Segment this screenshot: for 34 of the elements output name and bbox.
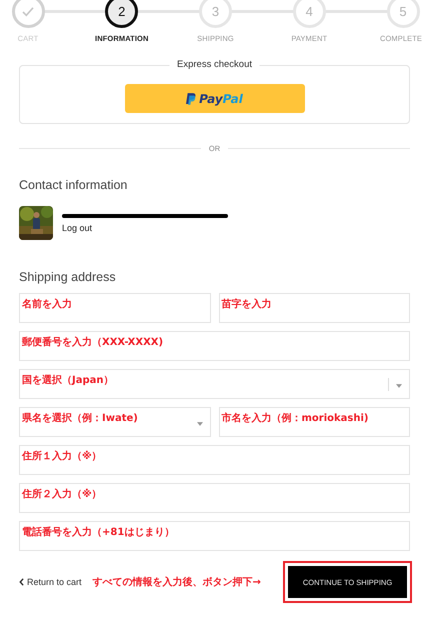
- section-heading: Shipping address: [19, 270, 117, 284]
- step-number: 5: [399, 4, 407, 19]
- annotation-text: 苗字を入力: [222, 297, 272, 311]
- return-to-cart-link[interactable]: Return to cart: [19, 577, 82, 587]
- input-field[interactable]: 住所１入力（※）: [19, 445, 410, 475]
- chevron-left-icon: [19, 578, 24, 586]
- input-field[interactable]: 郵便番号を入力（XXX-XXXX): [19, 331, 410, 361]
- annotation-text: 住所１入力（※）: [22, 450, 102, 463]
- annotation-text: 国を選択（Japan）: [22, 374, 114, 387]
- annotation-text: 市名を入力（例：moriokashi): [222, 411, 368, 425]
- input-field[interactable]: 住所２入力（※）: [19, 483, 410, 513]
- annotation-text: すべての情報を入力後、ボタン押下→: [92, 576, 262, 589]
- express-checkout-title: Express checkout: [169, 59, 260, 70]
- select-field[interactable]: 県名を選択（例：Iwate): [19, 407, 210, 437]
- section-heading: Contact information: [19, 178, 128, 192]
- checkmark-icon: [22, 6, 34, 16]
- input-field[interactable]: 苗字を入力: [218, 293, 410, 323]
- annotation-text: 名前を入力: [22, 298, 72, 311]
- dropdown-caret-icon: [196, 422, 202, 426]
- step-number: 4: [306, 4, 313, 19]
- input-field[interactable]: 市名を入力（例：moriokashi): [218, 407, 410, 437]
- input-field[interactable]: 電話番号を入力（+81はじまり）: [19, 521, 410, 551]
- dropdown-caret-icon: [396, 384, 402, 388]
- paypal-logo-icon: [186, 92, 196, 104]
- annotation-text: 電話番号を入力（+81はじまり）: [22, 526, 174, 539]
- input-field[interactable]: 名前を入力: [19, 293, 210, 323]
- logout-link[interactable]: Log out: [62, 222, 228, 232]
- annotation-text: 住所２入力（※）: [22, 488, 102, 501]
- annotation-text: 郵便番号を入力（XXX-XXXX): [22, 336, 164, 349]
- step-number: 2: [118, 4, 126, 19]
- paypal-button[interactable]: PayPal: [124, 84, 304, 113]
- select-field[interactable]: 国を選択（Japan）: [19, 369, 410, 399]
- annotation-text: 県名を選択（例：Iwate): [22, 412, 138, 425]
- step-number: 3: [212, 4, 220, 19]
